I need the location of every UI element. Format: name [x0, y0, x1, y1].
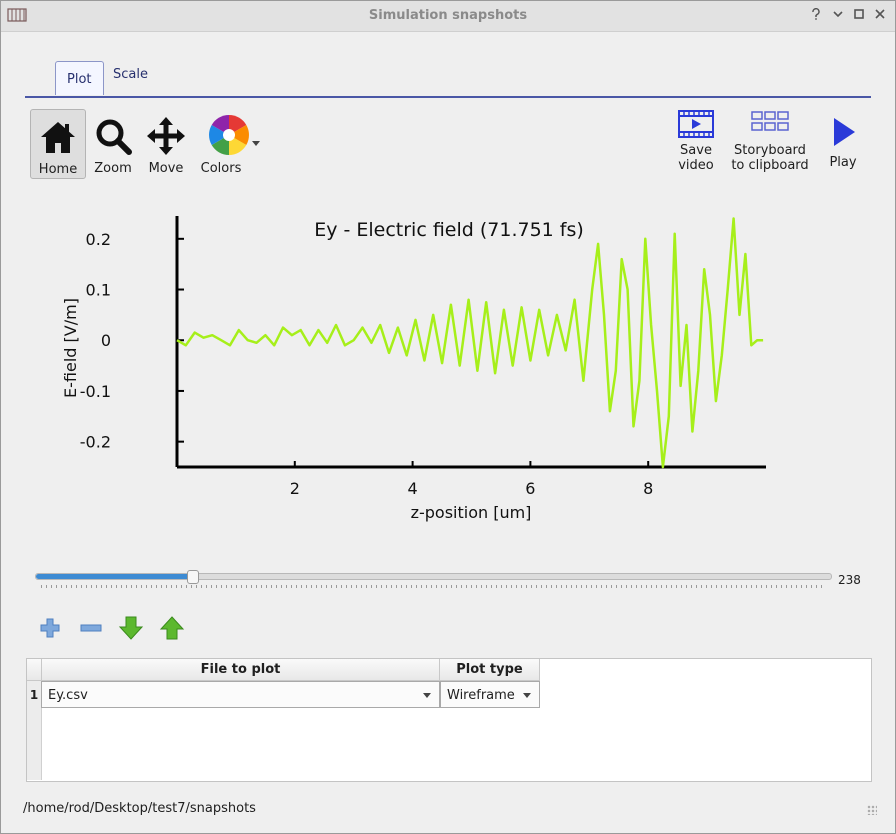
column-header-file[interactable]: File to plot [42, 659, 440, 681]
storyboard-button[interactable]: Storyboard to clipboard [728, 109, 812, 173]
series-line-ey [176, 217, 764, 469]
save-video-label-2: video [678, 158, 714, 173]
play-button[interactable]: Play [823, 109, 863, 170]
tab-plot[interactable]: Plot [55, 61, 104, 95]
help-icon[interactable] [807, 7, 825, 25]
y-tick-label: 0.1 [86, 281, 111, 300]
tab-bar: Plot Scale [25, 59, 871, 98]
move-icon [147, 117, 185, 155]
home-button[interactable]: Home [30, 109, 86, 179]
y-axis-label: E-field [V/m] [61, 298, 80, 398]
tab-scale[interactable]: Scale [102, 59, 159, 92]
colors-label: Colors [200, 161, 242, 176]
x-tick-label: 4 [408, 479, 418, 498]
time-slider[interactable] [35, 570, 832, 584]
y-tick-label: -0.1 [80, 382, 111, 401]
colors-button[interactable]: Colors [197, 109, 261, 176]
home-icon [41, 122, 75, 153]
zoom-button[interactable]: Zoom [89, 109, 137, 176]
move-button[interactable]: Move [142, 109, 190, 176]
arrow-up-icon [159, 616, 185, 640]
status-path: /home/rod/Desktop/test7/snapshots [23, 801, 256, 816]
x-tick-label: 2 [290, 479, 300, 498]
chevron-down-icon [523, 693, 531, 698]
storyboard-label-1: Storyboard [734, 143, 806, 158]
resize-grip[interactable] [867, 805, 877, 815]
file-select[interactable]: Ey.csv [41, 681, 440, 708]
zoom-icon [96, 119, 132, 155]
video-icon [678, 110, 714, 138]
y-tick-label: 0 [101, 331, 111, 350]
slider-ticks [41, 585, 826, 588]
save-video-label-1: Save [680, 143, 712, 158]
zoom-label: Zoom [94, 161, 132, 176]
column-header-plot-type[interactable]: Plot type [440, 659, 540, 681]
x-tick-label: 6 [525, 479, 535, 498]
play-icon [834, 118, 855, 146]
x-axis-label: z-position [um] [411, 503, 532, 522]
main-window: Simulation snapshots Plot Scale Home Zoo… [0, 0, 896, 834]
x-tick-label: 8 [643, 479, 653, 498]
table-corner [27, 659, 42, 681]
title-bar: Simulation snapshots [1, 1, 895, 32]
add-row-button[interactable] [37, 615, 63, 641]
save-video-button[interactable]: Save video [668, 109, 724, 173]
y-tick-label: -0.2 [80, 433, 111, 452]
close-icon[interactable] [871, 7, 889, 25]
maximize-icon[interactable] [850, 7, 868, 25]
slider-fill [36, 574, 192, 579]
storyboard-label-2: to clipboard [731, 158, 809, 173]
plot-type-value: Wireframe [447, 688, 515, 703]
plot-type-select[interactable]: Wireframe [440, 681, 540, 708]
move-down-button[interactable] [118, 615, 144, 641]
window-title: Simulation snapshots [368, 8, 528, 23]
arrow-down-icon [118, 616, 144, 640]
files-table: File to plot Plot type 1 Ey.csv Wirefram… [26, 658, 872, 782]
minus-icon [80, 624, 102, 632]
y-tick-label: 0.2 [86, 230, 111, 249]
play-label: Play [829, 155, 857, 170]
minimize-icon[interactable] [829, 7, 847, 25]
remove-row-button[interactable] [78, 615, 104, 641]
color-wheel-icon [209, 115, 249, 155]
slider-value: 238 [838, 573, 861, 587]
file-select-value: Ey.csv [48, 688, 88, 703]
chevron-down-icon[interactable] [252, 141, 260, 147]
row-number[interactable]: 1 [27, 681, 41, 710]
move-label: Move [148, 161, 184, 176]
slider-handle[interactable] [186, 570, 199, 584]
move-up-button[interactable] [159, 615, 185, 641]
home-label: Home [38, 162, 78, 177]
chevron-down-icon [423, 693, 431, 698]
chart-title: Ey - Electric field (71.751 fs) [314, 219, 584, 241]
plot-canvas[interactable]: 2 4 6 8 0.2 0.1 0 -0.1 -0.2 Ey - Electric field (… [1, 196, 895, 536]
storyboard-icon [751, 111, 789, 131]
plus-icon [40, 618, 60, 638]
